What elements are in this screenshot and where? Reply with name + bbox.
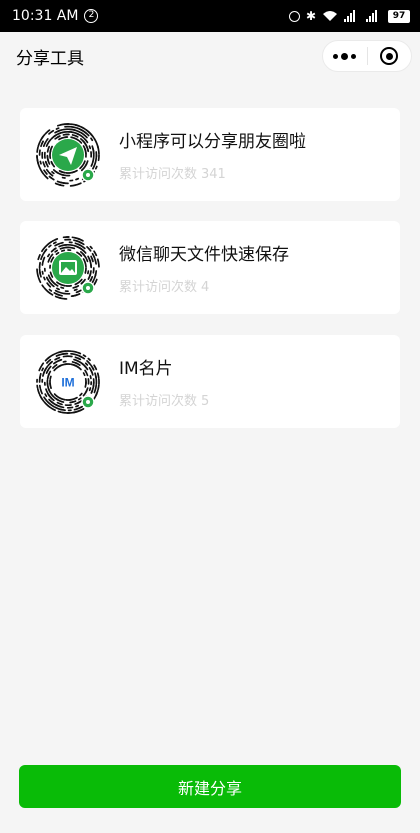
alarm-icon (288, 10, 300, 22)
wifi-icon (323, 11, 337, 21)
more-dots-icon (333, 52, 357, 60)
card-title: IM名片 (119, 359, 173, 379)
status-bar-right: ✱ 97 (288, 9, 410, 23)
card-title: 微信聊天文件快速保存 (119, 245, 289, 265)
signal-icon-2 (366, 10, 382, 22)
im-logo-icon: IM (61, 375, 74, 389)
title-bar: 分享工具 (0, 32, 420, 80)
card-text: IM名片 累计访问次数 5 (119, 354, 209, 409)
close-target-icon (380, 47, 399, 65)
visit-count-value: 341 (201, 167, 226, 182)
visit-count-value: 4 (201, 280, 210, 295)
card-title: 小程序可以分享朋友圈啦 (119, 132, 306, 152)
visit-label: 累计访问次数 (119, 167, 198, 182)
status-time: 10:31 AM (12, 8, 79, 24)
more-button[interactable] (323, 41, 367, 71)
qr-code-icon (36, 122, 100, 187)
visit-count-value: 5 (201, 394, 210, 409)
share-card[interactable]: IM IM名片 累计访问次数 5 (20, 335, 400, 428)
signal-icon-1 (344, 10, 360, 22)
qr-code-icon: IM (36, 349, 100, 414)
bluetooth-icon: ✱ (305, 9, 316, 23)
visit-count: 累计访问次数 4 (119, 276, 289, 295)
visit-label: 累计访问次数 (119, 394, 198, 409)
status-bar-left: 10:31 AM 2 (12, 8, 99, 24)
notification-badge: 2 (84, 9, 99, 23)
card-text: 微信聊天文件快速保存 累计访问次数 4 (119, 240, 289, 295)
visit-count: 累计访问次数 5 (119, 390, 209, 409)
close-button[interactable] (367, 41, 411, 71)
mini-program-capsule (322, 40, 412, 72)
share-card[interactable]: 微信聊天文件快速保存 累计访问次数 4 (20, 221, 400, 314)
page-title: 分享工具 (16, 48, 84, 69)
new-share-button[interactable]: 新建分享 (19, 765, 401, 808)
status-bar: 10:31 AM 2 ✱ 97 (0, 0, 420, 32)
visit-label: 累计访问次数 (119, 280, 198, 295)
battery-icon: 97 (388, 9, 410, 23)
visit-count: 累计访问次数 341 (119, 163, 306, 182)
qr-code-icon (36, 235, 100, 300)
share-card[interactable]: 小程序可以分享朋友圈啦 累计访问次数 341 (20, 108, 400, 201)
card-text: 小程序可以分享朋友圈啦 累计访问次数 341 (119, 127, 306, 182)
